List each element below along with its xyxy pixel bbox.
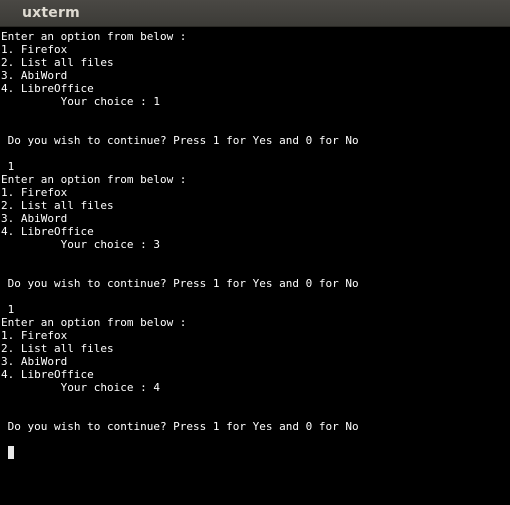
terminal-line: 3. AbiWord [1, 69, 68, 82]
text-cursor [8, 446, 14, 459]
terminal-line: 3. AbiWord [1, 212, 68, 225]
terminal-line: 4. LibreOffice [1, 225, 94, 238]
terminal-line: Your choice : 3 [1, 238, 160, 251]
terminal-output[interactable]: Enter an option from below : 1. Firefox … [0, 28, 510, 505]
terminal-line: Enter an option from below : [1, 316, 187, 329]
terminal-line: Your choice : 4 [1, 381, 160, 394]
terminal-line: 2. List all files [1, 342, 114, 355]
terminal-line: 1. Firefox [1, 43, 68, 56]
terminal-window: uxterm Enter an option from below : 1. F… [0, 0, 510, 505]
terminal-line: Your choice : 1 [1, 95, 160, 108]
terminal-line: 2. List all files [1, 56, 114, 69]
terminal-line: 1. Firefox [1, 186, 68, 199]
terminal-line: Enter an option from below : [1, 173, 187, 186]
terminal-line: Do you wish to continue? Press 1 for Yes… [1, 134, 359, 147]
terminal-line: 2. List all files [1, 199, 114, 212]
terminal-line: 1. Firefox [1, 329, 68, 342]
terminal-line: 4. LibreOffice [1, 82, 94, 95]
window-title: uxterm [22, 5, 80, 21]
terminal-line: 1 [1, 303, 15, 316]
terminal-line: 1 [1, 160, 15, 173]
terminal-line: Do you wish to continue? Press 1 for Yes… [1, 277, 359, 290]
title-bar[interactable]: uxterm [0, 0, 510, 27]
terminal-line: 3. AbiWord [1, 355, 68, 368]
terminal-line: 4. LibreOffice [1, 368, 94, 381]
terminal-line: Enter an option from below : [1, 30, 187, 43]
terminal-line: Do you wish to continue? Press 1 for Yes… [1, 420, 359, 433]
